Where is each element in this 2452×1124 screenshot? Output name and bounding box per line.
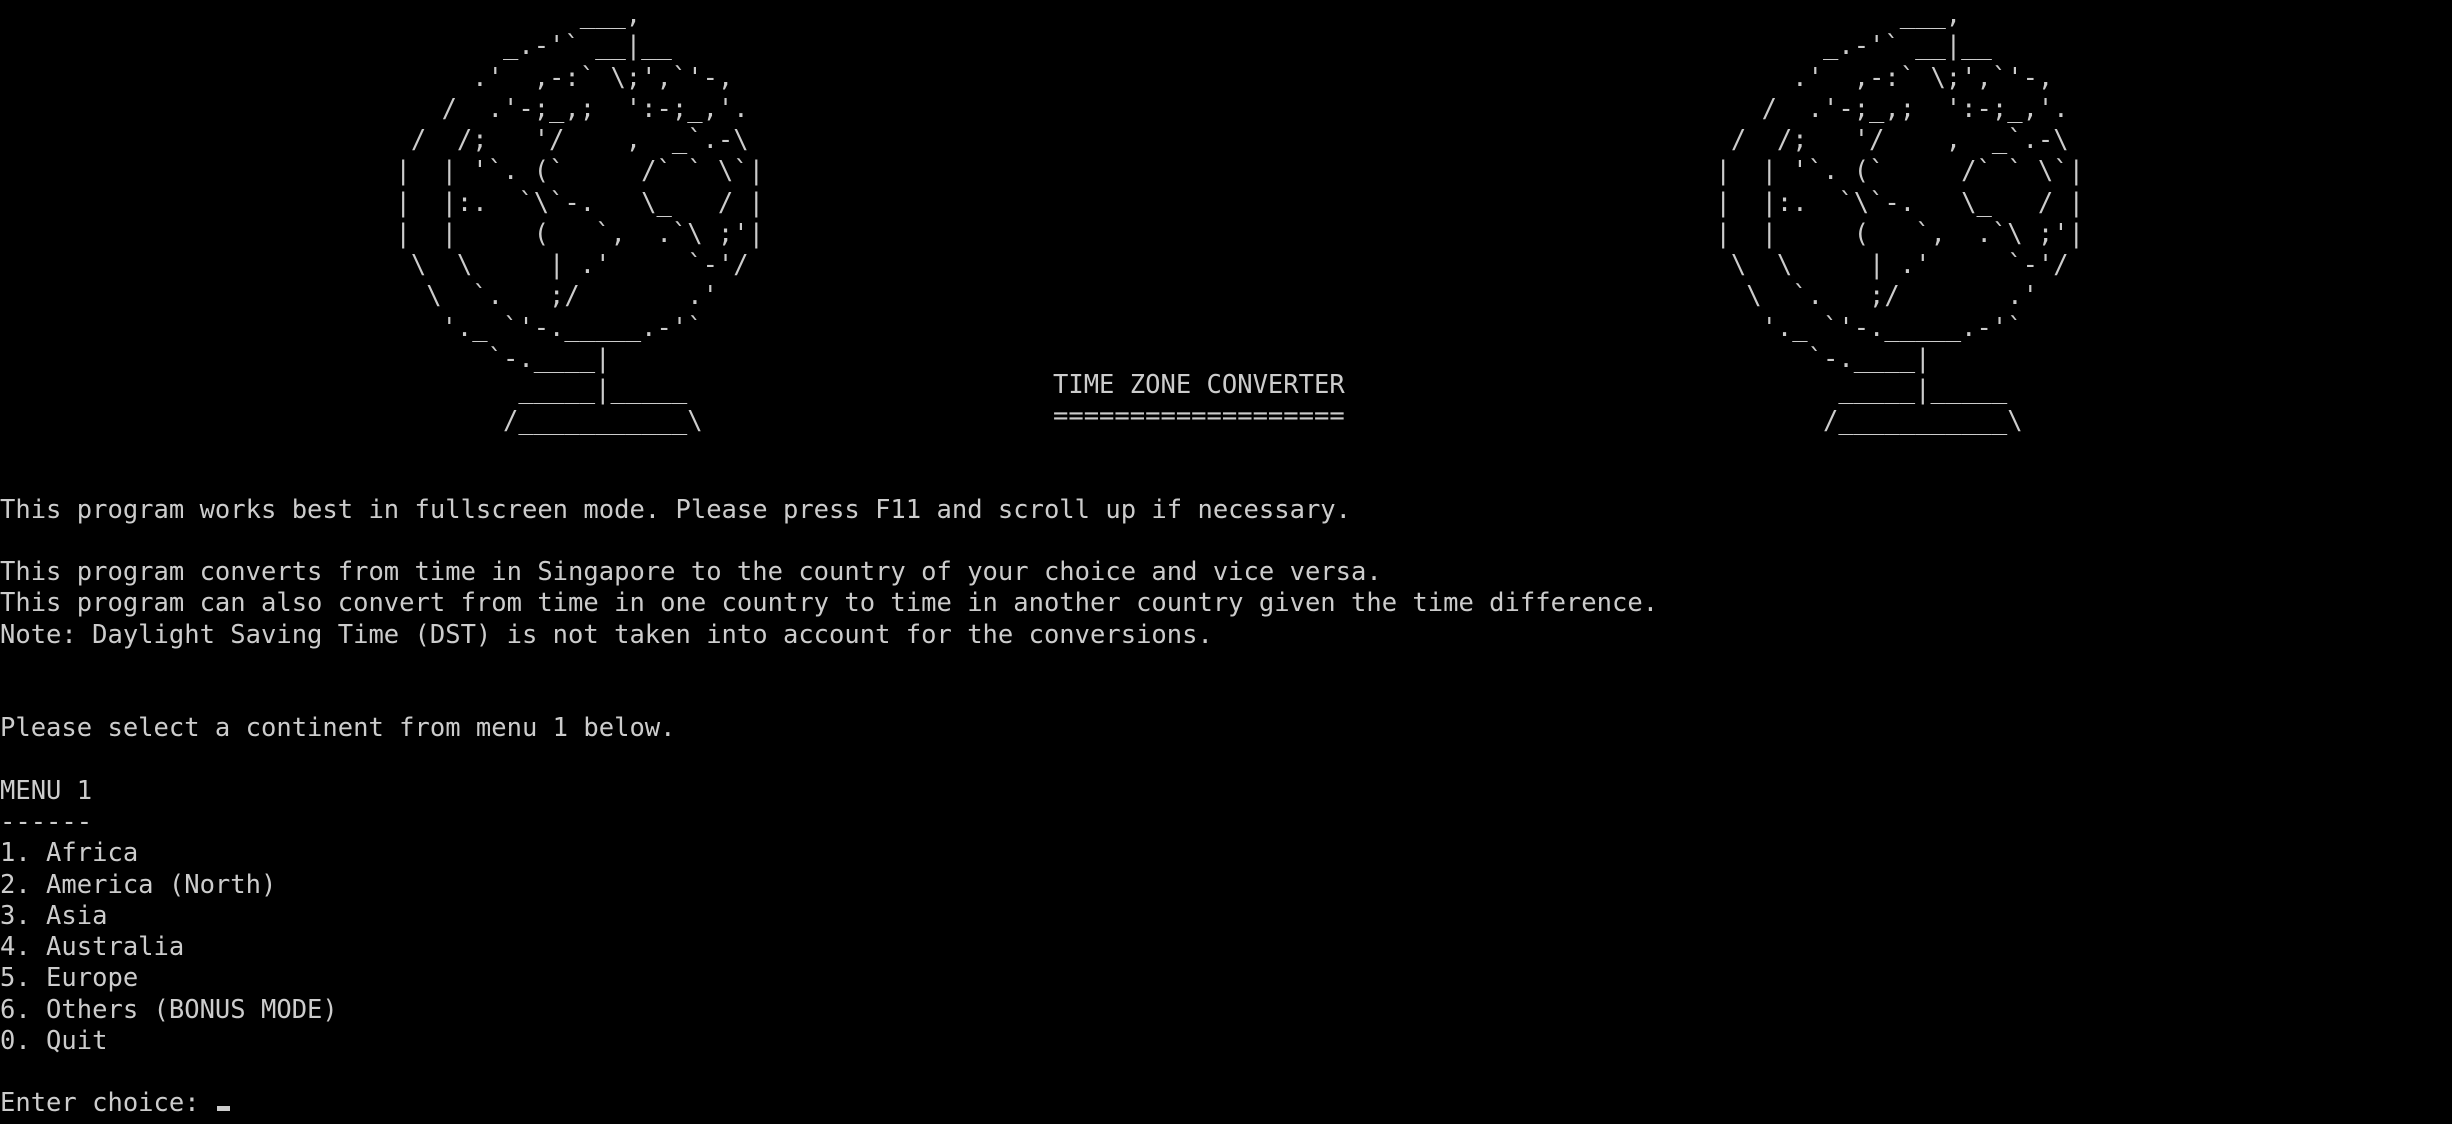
description-line-2: This program can also convert from time …: [0, 588, 1659, 618]
description-line-1: This program converts from time in Singa…: [0, 557, 1382, 587]
select-continent-prompt: Please select a continent from menu 1 be…: [0, 713, 676, 743]
choice-input-line[interactable]: Enter choice:: [0, 1088, 230, 1119]
fullscreen-hint-text: This program works best in fullscreen mo…: [0, 495, 1352, 525]
dst-note: Note: Daylight Saving Time (DST) is not …: [0, 620, 1213, 650]
text-cursor: [216, 1106, 230, 1111]
menu-item-asia: 3. Asia: [0, 901, 108, 931]
menu-title-underline: ------: [0, 807, 93, 837]
menu-item-australia: 4. Australia: [0, 932, 185, 962]
menu-item-america-north: 2. America (North): [0, 870, 277, 900]
menu-title: MENU 1: [0, 776, 93, 806]
globe-ascii-art-left: ___, _.-'` __|__ .' ,-:` \;',`'-, / .'-;…: [395, 0, 764, 437]
menu-item-others-bonus: 6. Others (BONUS MODE): [0, 995, 338, 1025]
menu-item-quit: 0. Quit: [0, 1026, 108, 1056]
globe-ascii-art-right: ___, _.-'` __|__ .' ,-:` \;',`'-, / .'-;…: [1715, 0, 2084, 437]
console-window: ___, _.-'` __|__ .' ,-:` \;',`'-, / .'-;…: [0, 0, 2452, 1124]
app-title: TIME ZONE CONVERTER: [1053, 370, 1345, 400]
menu-item-europe: 5. Europe: [0, 963, 139, 993]
app-title-underline: ===================: [1053, 401, 1345, 431]
choice-prompt-label: Enter choice:: [0, 1088, 215, 1118]
menu-item-africa: 1. Africa: [0, 838, 139, 868]
